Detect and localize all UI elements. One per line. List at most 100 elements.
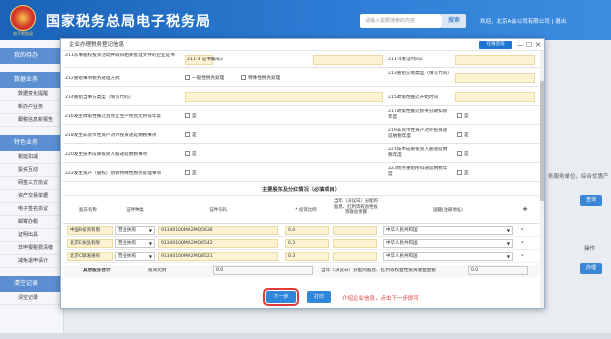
print-button[interactable]: 打印 xyxy=(307,291,331,303)
party-type-input[interactable] xyxy=(185,92,383,102)
sidebar-item[interactable]: 证明出具 xyxy=(0,229,63,242)
sidebar-section-data[interactable]: 数据业务 xyxy=(0,72,63,88)
ratio-input[interactable]: 0.3 xyxy=(285,239,329,248)
id-number-input[interactable]: 91340100MA2MQ8521 xyxy=(158,252,278,261)
checkbox[interactable] xyxy=(457,132,462,137)
field-label: 220发生技术成果投资入股递延纳税事项 xyxy=(65,152,148,157)
other-shareholders-total-row: 其余股东合计 投资比例 0.0 当年（决议日）分配的股息、红利等权益性投资收益金… xyxy=(63,265,539,277)
cert-number-input[interactable] xyxy=(313,55,383,65)
field-label: 215政策性搬迁开始时间 xyxy=(388,95,439,100)
total-label: 其余股东合计 xyxy=(83,268,111,273)
total-ratio-label: 投资比例 xyxy=(148,268,167,273)
relocation-date-input[interactable] xyxy=(455,92,535,102)
minimize-icon[interactable]: — xyxy=(517,39,524,51)
search-button[interactable]: 搜索 xyxy=(442,14,466,28)
checkbox[interactable] xyxy=(185,170,190,175)
checkbox[interactable] xyxy=(185,75,190,80)
id-number-input[interactable]: 91340100MA2MQ5636 xyxy=(158,226,278,235)
checkbox[interactable] xyxy=(241,75,246,80)
sidebar-item[interactable]: 清空记录 xyxy=(0,292,63,305)
scrollbar-thumb[interactable] xyxy=(540,81,544,201)
user-info[interactable]: 欢迎，北京A会公司有限公司 | 退出 xyxy=(480,17,566,25)
remove-row-button[interactable]: - xyxy=(521,239,524,246)
table-row: 北京E食品有限 营业执照 ▼ 91340100MA2MQ6542 0.3 中华人民… xyxy=(63,238,539,250)
sidebar-item[interactable]: 税延扣减 xyxy=(0,151,63,164)
option-yes[interactable]: 是 xyxy=(185,113,215,120)
checkbox[interactable] xyxy=(185,151,190,156)
query-button[interactable]: 查询 xyxy=(580,195,602,206)
nationality-select[interactable]: 中华人民共和国 ▼ xyxy=(383,239,513,248)
shareholder-name-input[interactable]: 北京E食品有限 xyxy=(67,239,113,248)
option-general[interactable]: 一般性税务处理 xyxy=(185,75,245,82)
total-ratio-value: 0.0 xyxy=(213,266,313,275)
shareholder-name-input[interactable]: 北京C联发展有 xyxy=(67,252,113,261)
field-label: 219非货币性资产对外投资递延纳税年度 xyxy=(388,128,448,139)
app-title: 国家税务总局电子税务局 xyxy=(46,14,211,30)
add-row-button[interactable]: + xyxy=(515,206,535,213)
sidebar-item[interactable]: 跟税信息新报告 xyxy=(0,114,63,127)
sidebar-item[interactable]: 新办户业务 xyxy=(0,101,63,114)
chevron-down-icon: ▼ xyxy=(148,254,152,259)
close-icon[interactable]: ✕ xyxy=(535,39,541,51)
chevron-down-icon: ▼ xyxy=(148,228,152,233)
field-label: 221技术成果投资入股递延纳税年度 xyxy=(388,147,448,158)
dialog-scrollbar[interactable] xyxy=(540,51,544,308)
sidebar-section-pending[interactable]: 我的待办 xyxy=(0,48,63,64)
online-help-button[interactable]: 在线咨询 xyxy=(479,41,512,49)
bottom-scrollbar[interactable] xyxy=(0,333,611,339)
id-type-select[interactable]: 营业执照 ▼ xyxy=(115,239,155,248)
id-type-select[interactable]: 营业执照 ▼ xyxy=(115,226,155,235)
next-step-button[interactable]: 下一步 xyxy=(263,288,299,306)
chevron-down-icon: ▼ xyxy=(506,254,510,259)
option-yes[interactable]: 是 xyxy=(457,151,487,158)
checkbox[interactable] xyxy=(185,113,190,118)
ratio-input[interactable]: 0.4 xyxy=(285,226,329,235)
option-yes[interactable]: 是 xyxy=(457,113,487,120)
column-header: 当年（决议日）分配的股息、红利等权益性投资收益金额 xyxy=(334,199,378,215)
emblem-caption: 电子税务局 xyxy=(13,31,33,36)
option-yes[interactable]: 是 xyxy=(185,151,215,158)
column-header: 证件号码 xyxy=(209,208,227,213)
column-header: 股东名称 xyxy=(79,208,97,213)
field-label: 211-4发证时间2 xyxy=(388,57,423,62)
nationality-select[interactable]: 中华人民共和国 ▼ xyxy=(383,252,513,261)
option-special[interactable]: 特殊性税务处理 xyxy=(241,75,301,82)
remove-row-button[interactable]: - xyxy=(521,226,524,233)
dividend-input[interactable] xyxy=(333,239,377,248)
checkbox[interactable] xyxy=(457,170,462,175)
shareholder-name-input[interactable]: 中国B投资有限 xyxy=(67,226,113,235)
field-label: 218发生非货币性资产对外投资递延纳税事项 xyxy=(65,133,157,138)
sidebar-item[interactable]: 资产交易单据 xyxy=(0,190,63,203)
field-label: 222发生资产（股权）划转特殊性税务处理事项 xyxy=(65,171,162,176)
sidebar-section-clear[interactable]: 清空记录 xyxy=(0,276,63,292)
restructure-type-input[interactable] xyxy=(455,73,535,83)
sidebar-section-special[interactable]: 特色业务 xyxy=(0,135,63,151)
checkbox[interactable] xyxy=(457,151,462,156)
sidebar-item[interactable]: 电子签名协议 xyxy=(0,203,63,216)
nationality-select[interactable]: 中华人民共和国 ▼ xyxy=(383,226,513,235)
sidebar-item[interactable]: 数据变化提醒 xyxy=(0,88,63,101)
sidebar-item[interactable]: 非申报税费清缴 xyxy=(0,242,63,255)
option-yes[interactable]: 是 xyxy=(457,170,487,177)
id-number-input[interactable]: 91340100MA2MQ6542 xyxy=(158,239,278,248)
sidebar-item[interactable]: 减免退申请计 xyxy=(0,255,63,268)
ratio-input[interactable]: 0.3 xyxy=(285,252,329,261)
dividend-input[interactable] xyxy=(333,226,377,235)
maximize-icon[interactable]: ☐ xyxy=(526,39,532,51)
search-input[interactable]: 请输入需要搜索的内容 xyxy=(360,14,442,28)
handle-button[interactable]: 办理 xyxy=(580,263,602,274)
dividend-input[interactable] xyxy=(333,252,377,261)
sidebar-item[interactable]: 邮寄办税 xyxy=(0,216,63,229)
checkbox[interactable] xyxy=(185,132,190,137)
id-type-select[interactable]: 营业执照 ▼ xyxy=(115,252,155,261)
issue-date-input[interactable] xyxy=(455,55,535,65)
dialog-title: 企业办理税务登记信息 xyxy=(61,39,544,51)
checkbox[interactable] xyxy=(457,113,462,118)
sidebar-item[interactable]: 网签三方协议 xyxy=(0,177,63,190)
option-yes[interactable]: 是 xyxy=(457,132,487,139)
sidebar-item[interactable]: 投资互动 xyxy=(0,164,63,177)
remove-row-button[interactable]: - xyxy=(521,252,524,259)
option-yes[interactable]: 是 xyxy=(185,132,215,139)
form-row-222: 222发生资产（股权）划转特殊性税务处理事项 是 223债务重组所得递延纳税年度… xyxy=(63,164,539,182)
option-yes[interactable]: 是 xyxy=(185,170,215,177)
